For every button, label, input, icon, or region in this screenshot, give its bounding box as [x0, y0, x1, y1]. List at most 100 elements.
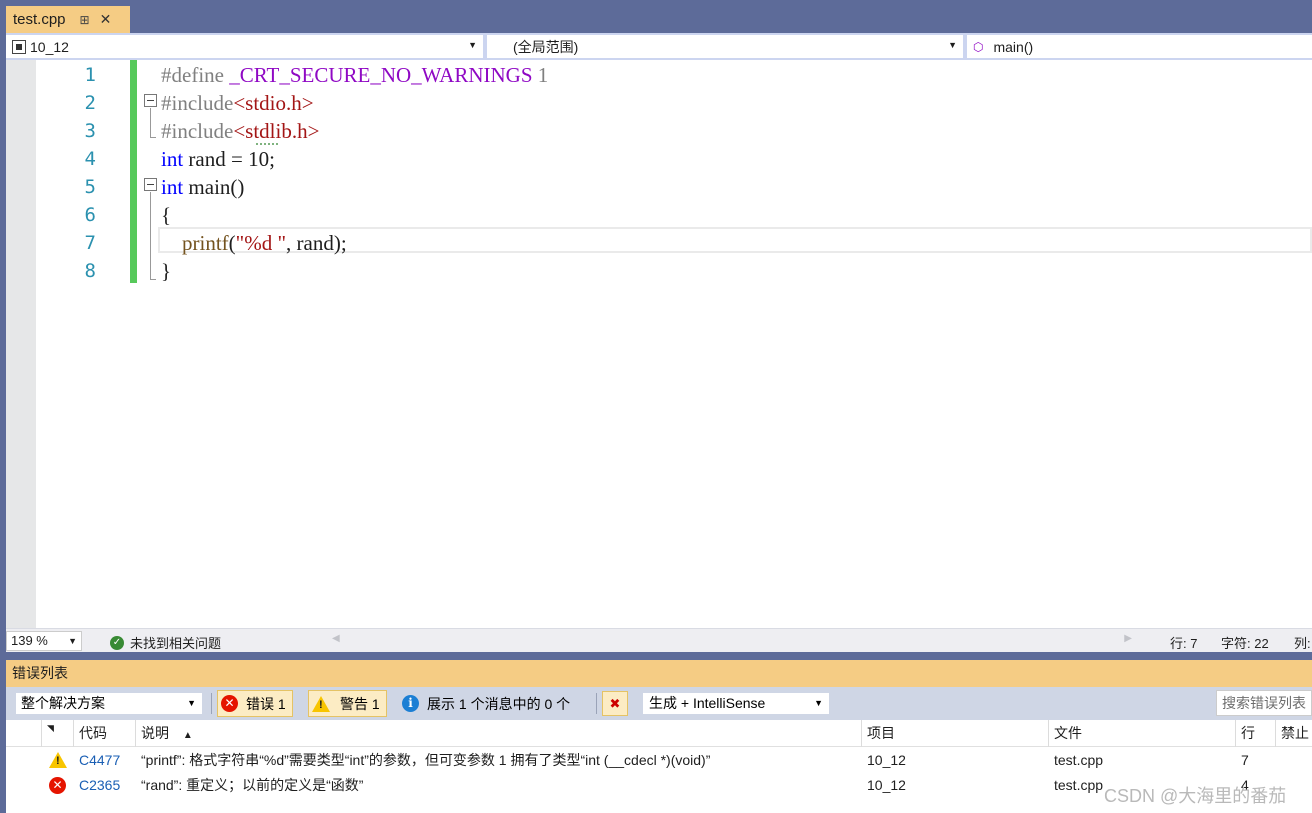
- error-list-title: 错误列表: [6, 660, 1312, 687]
- code-editor[interactable]: 1 2 3 4 5 6 7 8 #define _CRT_SECURE_NO_WARNINGS…: [6, 60, 1312, 628]
- navigation-bar: 10_12 ▼ (全局范围) ▼ ⬡ main(): [6, 33, 1312, 60]
- line-number: 8: [84, 260, 96, 282]
- column-header-suppress[interactable]: 禁止: [1276, 720, 1312, 747]
- error-row[interactable]: ! C4477 “printf”: 格式字符串“%d”需要类型“int”的参数，…: [6, 748, 1312, 773]
- chevron-down-icon: ▼: [68, 636, 77, 646]
- filter-icon[interactable]: ✖: [602, 691, 628, 716]
- chevron-down-icon: ▼: [948, 40, 957, 50]
- code-line[interactable]: #include<stdlib.h>: [161, 117, 319, 145]
- sort-ascending-icon: ▲: [182, 730, 193, 741]
- code-line[interactable]: printf("%d ", rand);: [161, 229, 347, 257]
- code-token: #include: [161, 119, 234, 143]
- column-header-severity[interactable]: ◥: [42, 720, 74, 747]
- errors-toggle-button[interactable]: ✕ 错误 1: [217, 690, 293, 717]
- tab-label: test.cpp: [13, 11, 66, 28]
- fold-line: [150, 108, 151, 138]
- code-token: _CRT_SECURE_NO_WARNINGS: [229, 63, 533, 87]
- chevron-down-icon: ▼: [468, 40, 477, 50]
- grid-header: ◥ 代码 说明 ▲ 项目 文件 行 禁止: [6, 720, 1312, 747]
- scope-label: (全局范围): [513, 38, 579, 55]
- code-token: printf: [182, 231, 229, 255]
- vs-window: test.cpp ⊞ ✕ 10_12 ▼ (全局范围) ▼ ⬡ main() 1…: [0, 0, 1312, 813]
- scope-dropdown[interactable]: (全局范围) ▼: [487, 35, 963, 58]
- error-code-link[interactable]: C2365: [74, 773, 120, 798]
- column-header-code[interactable]: 代码: [74, 720, 136, 747]
- code-token: "%d ": [235, 231, 287, 255]
- code-token: main(): [183, 175, 245, 199]
- code-token: , rand);: [286, 231, 347, 255]
- zoom-dropdown[interactable]: 139 % ▼: [6, 631, 82, 651]
- separator: [211, 693, 212, 714]
- fold-line-end: [150, 279, 156, 280]
- code-token: {: [161, 203, 172, 227]
- column-header-select[interactable]: [6, 720, 42, 747]
- column-header-description[interactable]: 说明 ▲: [136, 720, 862, 747]
- error-description: “rand”: 重定义；以前的定义是“函数”: [141, 777, 364, 793]
- scope-filter-dropdown[interactable]: 整个解决方案 ▼: [15, 692, 203, 715]
- project-icon: [12, 39, 26, 54]
- error-code-link[interactable]: C4477: [74, 748, 120, 773]
- scroll-left-icon[interactable]: ◀: [332, 633, 340, 644]
- column-header-project[interactable]: 项目: [862, 720, 1049, 747]
- code-token: <stdlib.h>: [233, 119, 320, 143]
- line-number: 1: [84, 64, 96, 86]
- code-line[interactable]: }: [161, 257, 171, 285]
- change-tracking-bar: [130, 60, 137, 283]
- line-number: 5: [84, 176, 96, 198]
- messages-toggle-button[interactable]: i 展示 1 个消息中的 0 个: [399, 690, 576, 717]
- errors-toggle-label: 错误 1: [246, 695, 286, 712]
- horizontal-scrollbar[interactable]: ◀ ▶: [332, 633, 1132, 649]
- code-token: #define: [161, 63, 230, 87]
- code-token: int: [161, 175, 184, 199]
- warning-icon: !: [312, 695, 330, 712]
- fold-line: [150, 192, 151, 280]
- error-list-toolbar: 整个解决方案 ▼ ✕ 错误 1 ! 警告 1 i 展示 1 个消息中的 0 个 …: [6, 687, 1312, 720]
- collapse-icon[interactable]: [144, 94, 157, 107]
- code-line[interactable]: {: [161, 201, 171, 229]
- scroll-right-icon[interactable]: ▶: [1124, 633, 1132, 644]
- code-line[interactable]: int rand = 10;: [161, 145, 275, 173]
- watermark: CSDN @大海里的番茄: [1104, 786, 1287, 806]
- code-token: <stdio.h>: [233, 91, 314, 115]
- warning-icon: !: [49, 752, 67, 768]
- char-position: 字符: 22: [1221, 636, 1269, 651]
- method-icon: ⬡: [973, 39, 984, 54]
- code-line[interactable]: #include<stdio.h>: [161, 89, 314, 117]
- warnings-toggle-label: 警告 1: [340, 695, 380, 712]
- fold-line-end: [150, 137, 156, 138]
- error-line: 7: [1241, 752, 1249, 768]
- line-number: 3: [84, 120, 96, 142]
- warnings-toggle-button[interactable]: ! 警告 1: [308, 690, 387, 717]
- line-number: 4: [84, 148, 96, 170]
- code-token: rand = 10;: [183, 147, 275, 171]
- build-filter-label: 生成 + IntelliSense: [649, 695, 766, 711]
- member-dropdown[interactable]: ⬡ main(): [967, 35, 1312, 58]
- column-header-file[interactable]: 文件: [1049, 720, 1236, 747]
- error-search-input[interactable]: 搜索错误列表: [1216, 690, 1312, 716]
- pin-icon[interactable]: ⊞: [80, 13, 90, 27]
- code-line[interactable]: int main(): [161, 173, 244, 201]
- error-icon: ✕: [221, 695, 238, 712]
- col-position: 列:: [1294, 636, 1311, 651]
- collapse-icon[interactable]: [144, 178, 157, 191]
- column-header-line[interactable]: 行: [1236, 720, 1276, 747]
- line-number: 2: [84, 92, 96, 114]
- issues-indicator[interactable]: ✓ 未找到相关问题: [110, 633, 221, 652]
- project-label: 10_12: [30, 38, 69, 55]
- member-label: main(): [993, 38, 1034, 55]
- separator: [596, 693, 597, 714]
- document-tab-strip: test.cpp ⊞ ✕: [0, 0, 1312, 33]
- error-search-placeholder: 搜索错误列表: [1222, 695, 1306, 711]
- editor-status-bar: 139 % ▼ ✓ 未找到相关问题 ◀ ▶ 行: 7 字符: 22 列:: [6, 628, 1312, 652]
- scope-filter-label: 整个解决方案: [21, 695, 105, 711]
- build-filter-dropdown[interactable]: 生成 + IntelliSense ▼: [642, 692, 830, 715]
- close-icon[interactable]: ✕: [100, 11, 112, 28]
- project-dropdown[interactable]: 10_12 ▼: [6, 35, 483, 58]
- tab-test-cpp[interactable]: test.cpp ⊞ ✕: [6, 6, 130, 33]
- code-token: #include: [161, 91, 234, 115]
- error-icon: ✕: [49, 777, 66, 794]
- messages-toggle-label: 展示 1 个消息中的 0 个: [427, 695, 571, 712]
- code-token: int: [161, 147, 184, 171]
- code-line[interactable]: #define _CRT_SECURE_NO_WARNINGS 1: [161, 61, 548, 89]
- code-token: (: [228, 231, 236, 255]
